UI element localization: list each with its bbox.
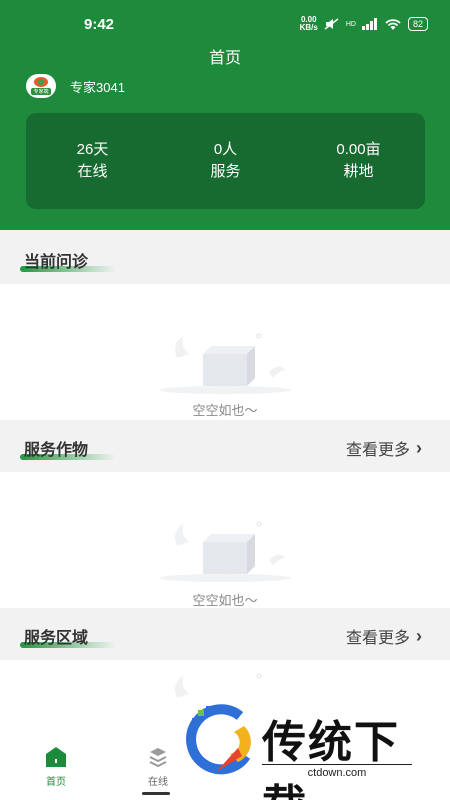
watermark-text: 传统下载: [262, 718, 400, 800]
avatar[interactable]: 专家端: [26, 74, 56, 98]
stat-service-label: 服务: [210, 163, 241, 180]
chevron-right-icon: ›: [416, 437, 422, 458]
watermark-url: ctdown.com: [262, 764, 412, 779]
status-icons: 0.00 KB/s HD 82: [300, 16, 428, 32]
status-bar: 9:42 0.00 KB/s HD 82: [0, 14, 450, 38]
muted-icon: [324, 18, 339, 30]
region-view-more-link[interactable]: 查看更多 ›: [346, 624, 422, 648]
section-crops-title: 服务作物: [24, 442, 89, 459]
username: 专家3041: [70, 79, 125, 95]
empty-text: 空空如也～: [192, 593, 258, 608]
crops-view-more-link[interactable]: 查看更多 ›: [346, 436, 422, 460]
crops-empty-state: 空空如也～: [0, 472, 450, 608]
stat-online: 26天 在线: [26, 139, 159, 183]
stat-online-value: 26天: [76, 141, 109, 158]
stat-online-label: 在线: [77, 163, 108, 180]
home-icon: [46, 747, 66, 767]
section-consult-header: 当前问诊: [0, 234, 450, 284]
signal-icon: [361, 18, 377, 30]
stat-farmland-label: 耕地: [343, 163, 374, 180]
empty-box-icon: [159, 521, 291, 582]
section-crops-header: 服务作物 查看更多 ›: [0, 422, 450, 472]
gesture-bar: [142, 792, 170, 795]
empty-box-icon: [159, 333, 291, 394]
wifi-icon: [385, 18, 401, 30]
consult-empty-state: 空空如也～: [0, 284, 450, 420]
logo-mark-icon: [34, 77, 48, 87]
network-speed: 0.00 KB/s: [299, 15, 318, 32]
header-banner: 9:42 0.00 KB/s HD 82 首页 专家端 专家3041 26天 在…: [0, 0, 450, 230]
watermark: 传统下载 ctdown.com: [180, 702, 430, 800]
hd-label: HD: [345, 20, 356, 28]
stat-service: 0人 服务: [159, 139, 292, 183]
section-region-header: 服务区域 查看更多 ›: [0, 610, 450, 660]
status-time: 9:42: [84, 16, 115, 33]
stats-card: 26天 在线 0人 服务 0.00亩 耕地: [26, 113, 425, 209]
user-profile[interactable]: 专家端 专家3041: [26, 74, 125, 98]
tab-home[interactable]: 首页: [26, 746, 86, 788]
empty-text: 空空如也～: [192, 403, 258, 418]
stat-service-value: 0人: [213, 141, 238, 158]
chevron-right-icon: ›: [416, 625, 422, 646]
tab-home-label: 首页: [46, 777, 66, 788]
layers-icon: [149, 748, 167, 768]
avatar-tag: 专家端: [31, 88, 51, 95]
tab-online[interactable]: 在线: [128, 746, 188, 788]
section-consult-title: 当前问诊: [24, 254, 89, 271]
stat-farmland: 0.00亩 耕地: [292, 139, 425, 183]
battery-indicator: 82: [407, 17, 428, 31]
section-region-title: 服务区域: [24, 630, 89, 647]
watermark-logo-icon: [186, 704, 251, 775]
stat-farmland-value: 0.00亩: [336, 141, 381, 158]
tab-online-label: 在线: [148, 777, 168, 788]
page-title: 首页: [208, 50, 241, 67]
